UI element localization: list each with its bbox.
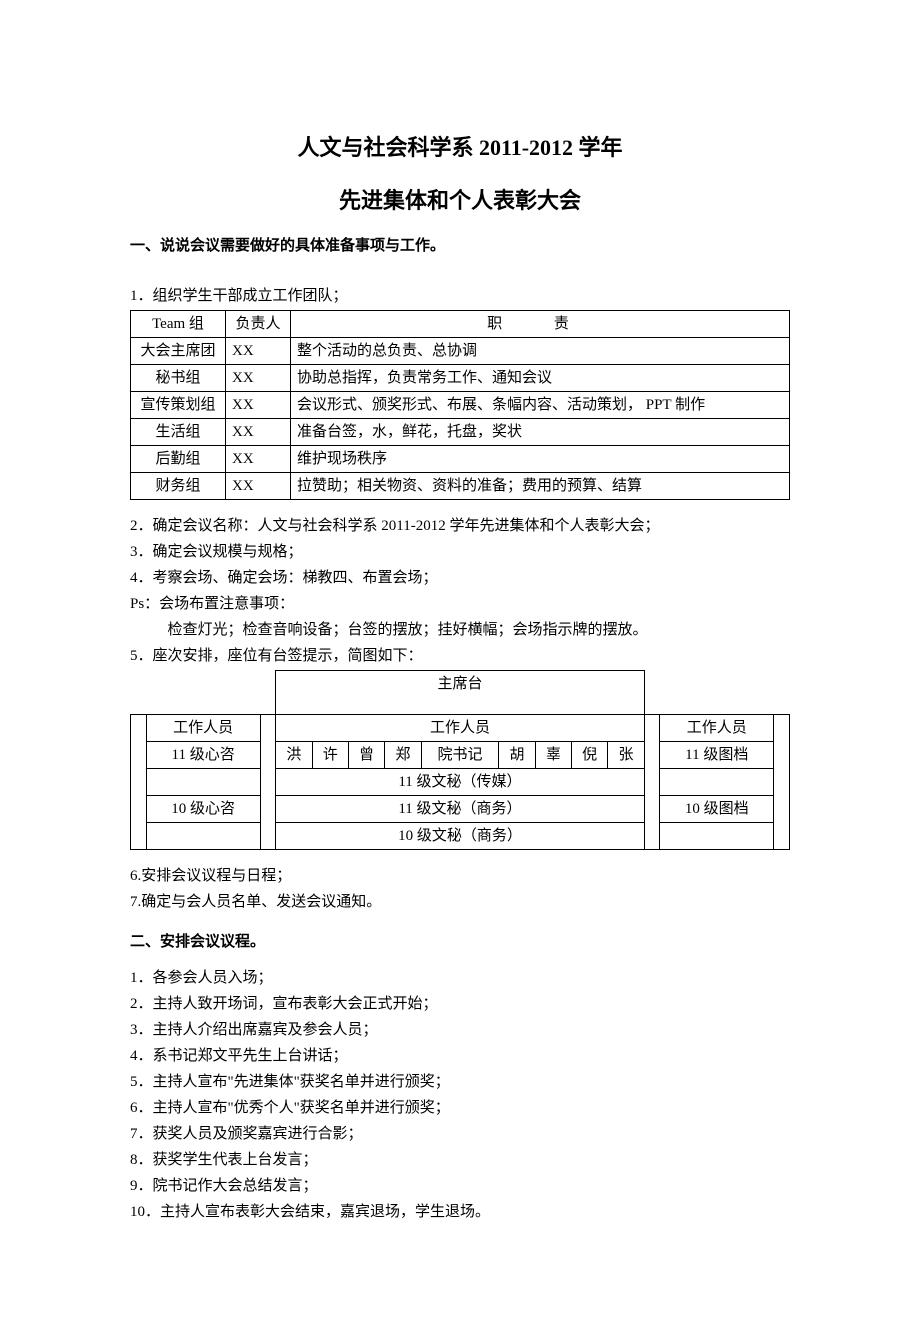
section2-item: 3．主持人介绍出席嘉宾及参会人员； [130, 1018, 790, 1042]
team-cell: XX [226, 365, 291, 392]
table-row: 秘书组 XX 协助总指挥，负责常务工作、通知会议 [131, 365, 790, 392]
section1-item1: 1．组织学生干部成立工作团队； [130, 284, 790, 308]
section2-item: 2．主持人致开场词，宣布表彰大会正式开始； [130, 992, 790, 1016]
section2-item: 5．主持人宣布"先进集体"获奖名单并进行颁奖； [130, 1070, 790, 1094]
table-header-row: Team 组 负责人 职 责 [131, 311, 790, 338]
seating-table: 主席台 工作人员 工作人员 工作人员 11 级心咨 洪 许 曾 郑 院书记 胡 … [130, 670, 790, 850]
section1-item2: 2．确定会议名称：人文与社会科学系 2011-2012 学年先进集体和个人表彰大… [130, 514, 790, 538]
team-cell: 生活组 [131, 419, 226, 446]
team-header-duty: 职 责 [291, 311, 790, 338]
team-cell: XX [226, 338, 291, 365]
section1-item7: 7.确定与会人员名单、发送会议通知。 [130, 890, 790, 914]
seating-staff-left: 工作人员 [146, 715, 260, 742]
section2-item: 8．获奖学生代表上台发言； [130, 1148, 790, 1172]
team-cell: 准备台签，水，鲜花，托盘，奖状 [291, 419, 790, 446]
table-row: 大会主席团 XX 整个活动的总负责、总协调 [131, 338, 790, 365]
team-cell: 维护现场秩序 [291, 446, 790, 473]
seating-right-11tudang: 11 级图档 [660, 742, 774, 769]
table-row: 生活组 XX 准备台签，水，鲜花，托盘，奖状 [131, 419, 790, 446]
section1-item6: 6.安排会议议程与日程； [130, 864, 790, 888]
seating-staff-mid: 工作人员 [276, 715, 644, 742]
title-main: 人文与社会科学系 2011-2012 学年 [130, 130, 790, 165]
team-cell: 后勤组 [131, 446, 226, 473]
seating-name: 辜 [535, 742, 571, 769]
team-cell: XX [226, 473, 291, 500]
team-cell: 会议形式、颁奖形式、布展、条幅内容、活动策划， PPT 制作 [291, 392, 790, 419]
seating-staff-right: 工作人员 [660, 715, 774, 742]
section2-heading: 二、安排会议议程。 [130, 930, 790, 954]
seating-name: 倪 [571, 742, 607, 769]
team-header-team: Team 组 [131, 311, 226, 338]
seating-mid-11shangwu: 11 级文秘（商务） [276, 796, 644, 823]
team-cell: XX [226, 392, 291, 419]
seating-stage: 主席台 [276, 671, 644, 715]
team-cell: 拉赞助；相关物资、资料的准备；费用的预算、结算 [291, 473, 790, 500]
seating-name: 郑 [385, 742, 421, 769]
team-cell: 大会主席团 [131, 338, 226, 365]
team-cell: 财务组 [131, 473, 226, 500]
team-cell: 宣传策划组 [131, 392, 226, 419]
table-row: 财务组 XX 拉赞助；相关物资、资料的准备；费用的预算、结算 [131, 473, 790, 500]
seating-mid-10shangwu: 10 级文秘（商务） [276, 823, 644, 850]
section2-item: 9．院书记作大会总结发言； [130, 1174, 790, 1198]
team-cell: 整个活动的总负责、总协调 [291, 338, 790, 365]
table-row: 后勤组 XX 维护现场秩序 [131, 446, 790, 473]
section1-item3: 3．确定会议规模与规格； [130, 540, 790, 564]
team-cell: XX [226, 419, 291, 446]
team-cell: 协助总指挥，负责常务工作、通知会议 [291, 365, 790, 392]
section1-item4: 4．考察会场、确定会场：梯教四、布置会场； [130, 566, 790, 590]
team-table: Team 组 负责人 职 责 大会主席团 XX 整个活动的总负责、总协调 秘书组… [130, 310, 790, 500]
section1-heading: 一、说说会议需要做好的具体准备事项与工作。 [130, 234, 790, 258]
section2-item: 6．主持人宣布"优秀个人"获奖名单并进行颁奖； [130, 1096, 790, 1120]
section2-item: 10．主持人宣布表彰大会结束，嘉宾退场，学生退场。 [130, 1200, 790, 1224]
seating-name: 洪 [276, 742, 312, 769]
table-row: 宣传策划组 XX 会议形式、颁奖形式、布展、条幅内容、活动策划， PPT 制作 [131, 392, 790, 419]
title-sub: 先进集体和个人表彰大会 [130, 183, 790, 218]
section2-item: 4．系书记郑文平先生上台讲话； [130, 1044, 790, 1068]
section1-item5: 5．座次安排，座位有台签提示，简图如下： [130, 644, 790, 668]
seating-name: 许 [312, 742, 348, 769]
seating-name: 胡 [499, 742, 535, 769]
section1-ps: Ps：会场布置注意事项： [130, 592, 790, 616]
seating-mid-11chuanmei: 11 级文秘（传媒） [276, 769, 644, 796]
seating-left-11xinzi: 11 级心咨 [146, 742, 260, 769]
section1-ps-detail: 检查灯光；检查音响设备；台签的摆放；挂好横幅；会场指示牌的摆放。 [130, 618, 790, 642]
seating-name: 院书记 [421, 742, 499, 769]
seating-left-10xinzi: 10 级心咨 [146, 796, 260, 823]
team-cell: XX [226, 446, 291, 473]
section2-item: 7．获奖人员及颁奖嘉宾进行合影； [130, 1122, 790, 1146]
team-header-person: 负责人 [226, 311, 291, 338]
section2-item: 1．各参会人员入场； [130, 966, 790, 990]
seating-right-10tudang: 10 级图档 [660, 796, 774, 823]
team-cell: 秘书组 [131, 365, 226, 392]
seating-name: 曾 [348, 742, 384, 769]
seating-name: 张 [608, 742, 644, 769]
